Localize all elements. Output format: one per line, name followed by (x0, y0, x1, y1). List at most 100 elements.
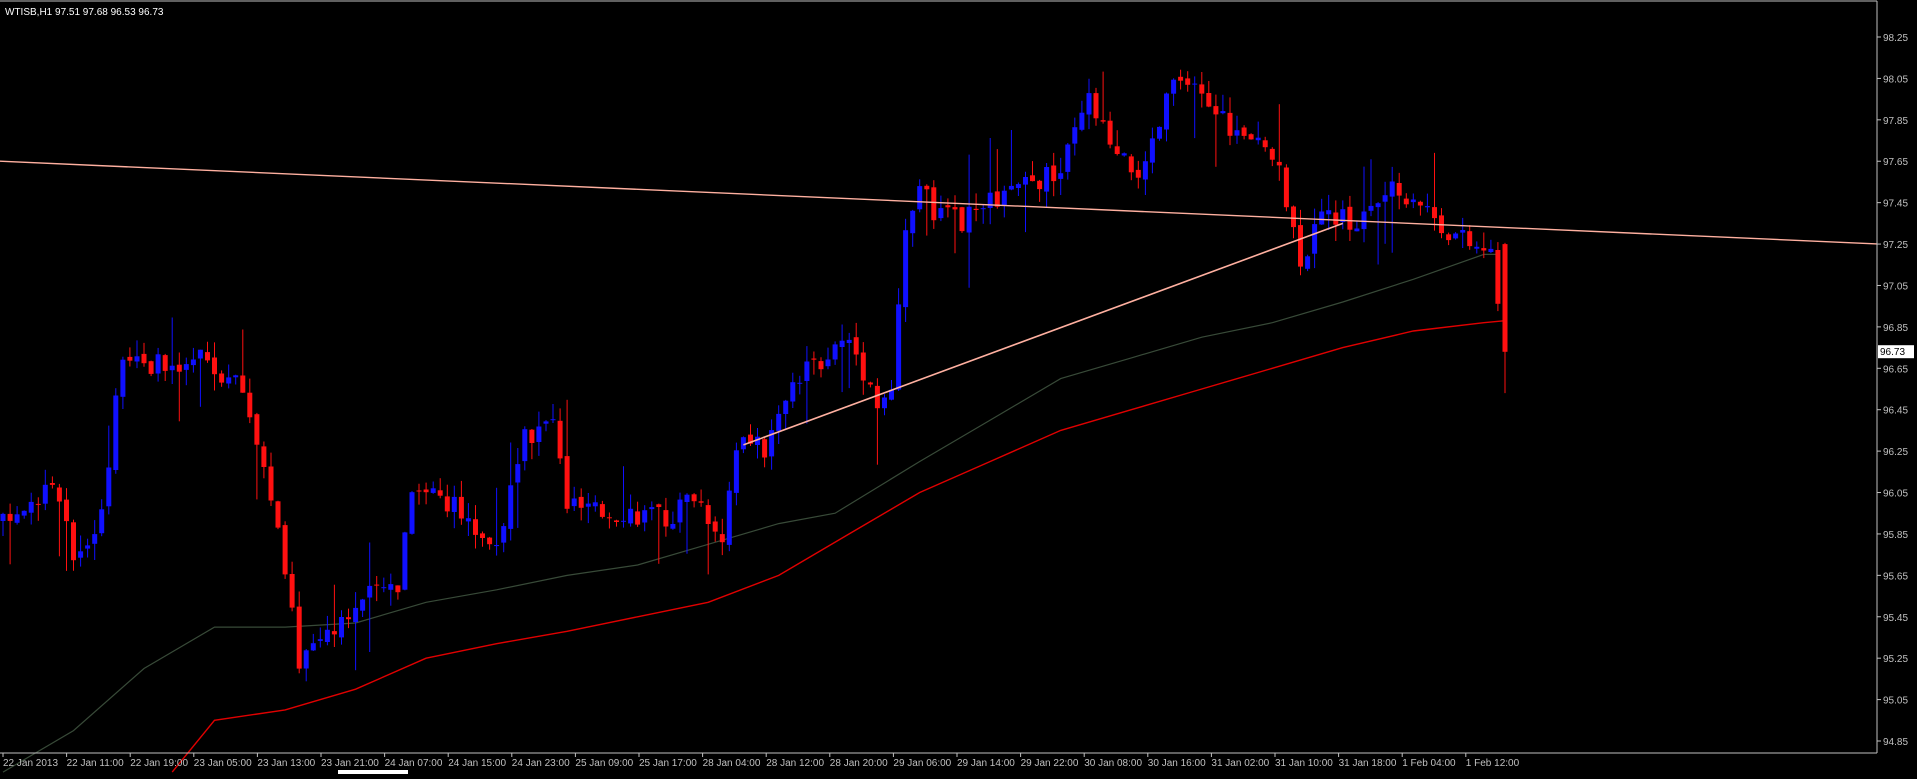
time-tick-label: 22 Jan 2013 (3, 758, 58, 769)
candle-bear (64, 499, 69, 522)
candle-bear (762, 439, 768, 458)
candle-bear (7, 513, 13, 521)
candle-bull (1255, 137, 1261, 141)
candle-bull (1065, 144, 1071, 172)
candle-bull (797, 382, 803, 384)
candle-bear (1051, 165, 1057, 182)
candle-bull (1305, 256, 1311, 269)
candle-bear (691, 494, 697, 502)
candle-bear (1199, 84, 1205, 94)
candle-bull (1001, 190, 1007, 206)
candle-bull (1361, 211, 1367, 230)
candle-bear (1283, 167, 1289, 208)
candle-bull (515, 464, 521, 483)
candle-bear (1206, 93, 1212, 107)
candle-bull (381, 587, 387, 589)
candle-bear (261, 446, 267, 467)
candle-bear (296, 606, 302, 669)
time-tick-label: 25 Jan 17:00 (639, 758, 697, 769)
price-tick-label: 97.85 (1883, 116, 1908, 127)
price-tick-label: 95.05 (1883, 696, 1908, 707)
candle-bear (712, 521, 718, 532)
candle-bull (501, 526, 507, 543)
time-tick-label: 28 Jan 04:00 (703, 758, 761, 769)
candle-bear (698, 501, 704, 503)
candle-bear (1403, 198, 1409, 205)
candle-bear (1432, 207, 1437, 219)
candle-bull (1460, 230, 1466, 233)
candle-bull (1044, 167, 1050, 192)
candle-bear (1128, 156, 1134, 173)
plot-background (0, 0, 1917, 774)
candle-bull (966, 206, 972, 233)
candle-bear (212, 357, 217, 375)
candle-bull (92, 534, 98, 544)
candle-bear (473, 519, 478, 535)
candle-bull (1424, 206, 1430, 208)
time-tick-label: 31 Jan 02:00 (1211, 758, 1269, 769)
candle-bear (1114, 146, 1120, 154)
candle-bull (670, 524, 676, 529)
candle-bear (444, 496, 450, 512)
time-tick-label: 1 Feb 04:00 (1402, 758, 1456, 769)
candle-bear (416, 490, 422, 492)
candle-bear (71, 522, 76, 561)
candle-bull (896, 304, 902, 390)
candle-bear (1100, 120, 1106, 122)
candle-bear (853, 337, 859, 355)
chart-window[interactable]: 98.25 98.05 97.85 97.65 97.45 97.25 97.05 96.85… (0, 0, 1917, 774)
candle-bear (614, 520, 619, 522)
candle-bull (1157, 126, 1162, 139)
candle-bear (1227, 112, 1233, 136)
candle-bull (85, 545, 91, 549)
candle-bull (134, 356, 140, 362)
candle-bull (846, 339, 852, 343)
candle-bull (684, 494, 690, 502)
candle-bear (663, 510, 669, 527)
candle-bull (1164, 93, 1169, 130)
candle-bull (917, 186, 923, 210)
candle-bear (1213, 106, 1219, 115)
candle-bull (1171, 79, 1177, 94)
price-tick-label: 97.25 (1883, 240, 1908, 251)
current-price-marker: 96.73 (1878, 345, 1914, 359)
time-tick-label: 23 Jan 13:00 (257, 758, 315, 769)
candle-bull (642, 510, 648, 523)
candlestick-chart[interactable]: 98.25 98.05 97.85 97.65 97.45 97.25 97.05 96.85… (0, 0, 1917, 774)
candle-bear (289, 574, 295, 608)
candle-bear (705, 505, 711, 524)
candle-bull (1220, 111, 1226, 114)
candle-bear (1502, 244, 1508, 352)
time-tick-label: 31 Jan 18:00 (1339, 758, 1397, 769)
candle-bull (592, 502, 598, 507)
candle-bear (458, 496, 464, 519)
candle-bull (776, 413, 782, 431)
candle-bull (494, 545, 500, 547)
candle-bear (1135, 169, 1141, 178)
candle-bull (409, 492, 415, 534)
candle-bull (317, 639, 323, 641)
price-tick-label: 95.45 (1883, 613, 1908, 624)
scroll-marker[interactable] (338, 770, 408, 774)
candle-bull (155, 354, 161, 374)
candle-bear (959, 207, 965, 232)
candle-bear (656, 504, 662, 507)
candle-bull (21, 510, 27, 516)
time-tick-label: 25 Jan 09:00 (575, 758, 633, 769)
time-tick-label: 30 Jan 16:00 (1148, 758, 1206, 769)
candle-bear (1269, 148, 1275, 160)
candle-bull (183, 364, 189, 370)
candle-bear (924, 185, 930, 190)
candle-bear (423, 489, 429, 493)
candle-bull (1086, 93, 1092, 115)
price-tick-label: 96.85 (1883, 323, 1908, 334)
candle-bear (49, 483, 55, 485)
candle-bear (945, 205, 951, 208)
candle-bull (677, 499, 683, 523)
time-tick-label: 23 Jan 05:00 (194, 758, 252, 769)
price-tick-label: 98.25 (1883, 33, 1908, 44)
candle-bear (1178, 76, 1184, 81)
candle-bull (324, 629, 330, 642)
candle-bear (719, 534, 725, 543)
price-tick-label: 97.65 (1883, 157, 1908, 168)
